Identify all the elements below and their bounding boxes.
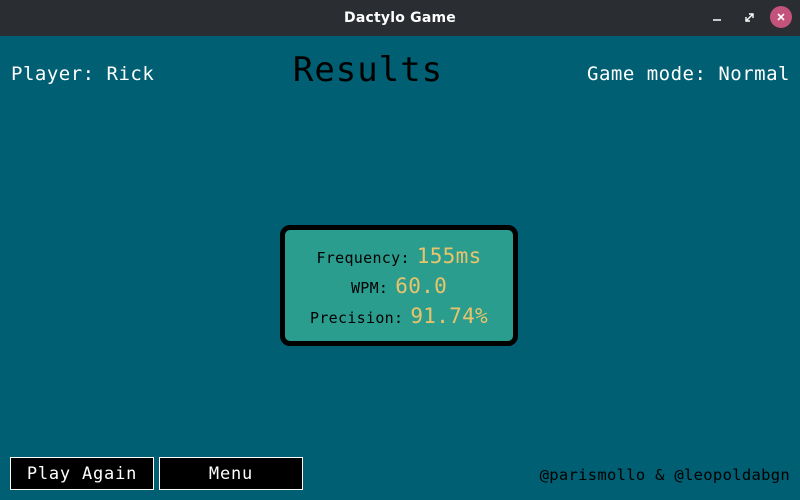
maximize-button[interactable] — [738, 6, 760, 28]
close-icon — [776, 12, 786, 22]
window-title: Dactylo Game — [344, 10, 456, 26]
minimize-button[interactable] — [706, 6, 728, 28]
precision-value: 91.74% — [410, 303, 488, 328]
maximize-icon — [744, 12, 755, 23]
stat-row-wpm: WPM: 60.0 — [285, 274, 513, 298]
window-titlebar: Dactylo Game — [0, 0, 800, 36]
stats-panel: Frequency: 155ms WPM: 60.0 Precision: 91… — [280, 225, 518, 346]
frequency-value: 155ms — [416, 243, 482, 268]
game-results-screen: Player: Rick Results Game mode: Normal F… — [0, 36, 800, 500]
minimize-icon — [712, 12, 722, 22]
menu-button[interactable]: Menu — [159, 457, 303, 490]
close-button[interactable] — [770, 6, 792, 28]
page-title: Results — [292, 50, 444, 90]
credits: @parismollo & @leopoldabgn — [539, 466, 790, 484]
player-name: Player: Rick — [11, 63, 155, 85]
play-again-button[interactable]: Play Again — [10, 457, 154, 490]
wpm-label: WPM: — [350, 278, 389, 297]
precision-label: Precision: — [310, 308, 404, 327]
wpm-value: 60.0 — [395, 273, 448, 298]
game-mode: Game mode: Normal — [587, 63, 790, 85]
window-controls — [706, 6, 792, 28]
stat-row-precision: Precision: 91.74% — [285, 304, 513, 328]
frequency-label: Frequency: — [316, 248, 410, 267]
stat-row-frequency: Frequency: 155ms — [285, 244, 513, 268]
